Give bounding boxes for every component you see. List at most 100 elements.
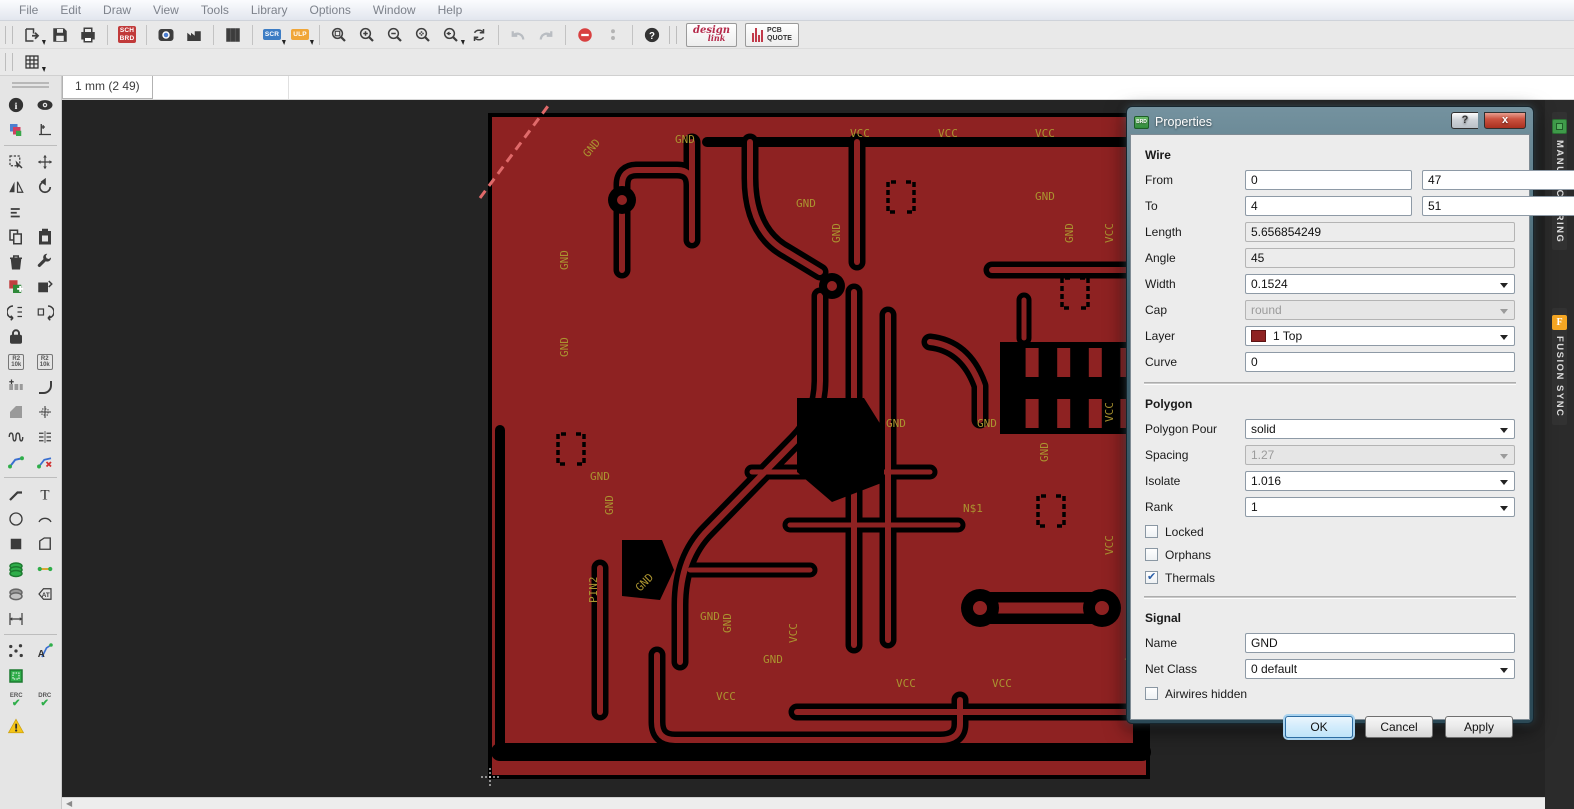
menu-file[interactable]: File [8,1,49,19]
toolbar-grip[interactable] [5,25,13,44]
locked-checkbox[interactable] [1145,525,1158,538]
dialog-close-button[interactable]: x [1484,111,1526,129]
open-board-icon[interactable] [18,23,46,47]
net-class-combo[interactable]: 0 default [1245,659,1515,679]
command-input[interactable] [156,76,289,99]
miter-icon[interactable] [32,375,58,398]
to-y-input[interactable] [1422,196,1574,216]
rotate-icon[interactable] [32,175,58,198]
value-icon[interactable]: R2 10k [32,350,58,373]
toolbar2-grip[interactable] [5,53,13,71]
mark-icon[interactable] [32,118,58,141]
design-link-button[interactable]: design link [686,22,738,47]
rank-combo[interactable]: 1 [1245,497,1515,517]
change-icon[interactable] [32,250,58,273]
split-icon[interactable] [32,425,58,448]
scroll-left-arrow[interactable]: ◀ [66,799,72,808]
ok-button[interactable]: OK [1285,716,1353,738]
help-icon[interactable]: ? [638,23,666,47]
fab-icon[interactable] [180,23,208,47]
lock-icon[interactable] [3,325,29,348]
from-y-input[interactable] [1422,170,1574,190]
route-icon[interactable] [3,450,29,473]
smash-icon[interactable]: R2 10k [3,350,29,373]
stop-icon[interactable] [571,23,599,47]
zoom-fit-icon[interactable] [325,23,353,47]
rect-icon[interactable] [3,532,29,555]
orphans-checkbox[interactable] [1145,548,1158,561]
delete-icon[interactable] [3,250,29,273]
save-icon[interactable] [46,23,74,47]
pinswap-icon[interactable] [3,300,29,323]
thermals-checkbox[interactable] [1145,570,1158,584]
signal-icon[interactable] [32,557,58,580]
dim-small-icon[interactable] [32,400,58,423]
horizontal-scrollbar[interactable]: ◀ [62,797,1545,809]
dialog-help-button[interactable]: ? [1451,111,1478,129]
pad-icon[interactable] [3,582,29,605]
wire-icon[interactable] [3,482,29,505]
menu-view[interactable]: View [142,1,190,19]
script-icon[interactable]: SCR [258,23,286,47]
polygon-icon[interactable] [32,532,58,555]
apply-button[interactable]: Apply [1445,716,1513,738]
copy-icon[interactable] [3,225,29,248]
miter2-icon[interactable] [3,400,29,423]
circle-icon[interactable] [3,507,29,530]
menu-draw[interactable]: Draw [92,1,142,19]
from-x-input[interactable] [1245,170,1412,190]
library-icon[interactable] [219,23,247,47]
name-icon[interactable] [3,200,29,223]
signal-name-input[interactable] [1245,633,1515,653]
palette-grip[interactable] [12,82,49,88]
menu-help[interactable]: Help [427,1,474,19]
autoroute-icon[interactable]: A [32,639,58,662]
paste-icon[interactable] [32,225,58,248]
polygon-pour-combo[interactable]: solid [1245,419,1515,439]
layer-combo[interactable]: 1 Top [1245,326,1515,346]
redo-icon[interactable] [532,23,560,47]
add-icon[interactable] [3,275,29,298]
attribute-icon[interactable]: AT [32,582,58,605]
tab-fusion-sync[interactable]: F FUSION SYNC [1552,308,1567,425]
image-export-icon[interactable] [152,23,180,47]
redraw-icon[interactable] [465,23,493,47]
ulp-icon[interactable]: ULP [286,23,314,47]
group-icon[interactable] [3,150,29,173]
ic-check-icon[interactable] [3,664,29,687]
ratsnest-icon[interactable] [3,639,29,662]
show-icon[interactable] [32,93,58,116]
menu-window[interactable]: Window [362,1,427,19]
width-combo[interactable]: 0.1524 [1245,274,1515,294]
to-x-input[interactable] [1245,196,1412,216]
ripup-icon[interactable] [32,450,58,473]
zoom-previous-icon[interactable] [437,23,465,47]
menu-tools[interactable]: Tools [190,1,240,19]
gateswap-icon[interactable] [32,300,58,323]
undo-icon[interactable] [504,23,532,47]
replace-icon[interactable] [32,275,58,298]
menu-library[interactable]: Library [240,1,299,19]
errors-icon[interactable] [3,714,29,737]
erc-icon[interactable]: ERC ✔ [3,689,29,712]
switch-sch-brd-icon[interactable]: SCH BRD [113,23,141,47]
mirror-icon[interactable] [3,175,29,198]
zoom-in-icon[interactable] [353,23,381,47]
cancel-button[interactable]: Cancel [1365,716,1433,738]
drc-icon[interactable]: DRC ✔ [32,689,58,712]
dialog-titlebar[interactable]: BRD Properties ? x [1130,110,1530,134]
menu-options[interactable]: Options [299,1,362,19]
display-layers-icon[interactable] [3,118,29,141]
print-icon[interactable] [74,23,102,47]
optimize-icon[interactable] [3,375,29,398]
isolate-combo[interactable]: 1.016 [1245,471,1515,491]
text-icon[interactable]: T [32,482,58,505]
zoom-select-icon[interactable] [409,23,437,47]
pcb-quote-button[interactable]: PCB QUOTE [745,22,799,47]
curve-input[interactable] [1245,352,1515,372]
dimension-icon[interactable] [3,607,29,630]
grid-icon[interactable] [18,50,46,74]
meander-icon[interactable] [3,425,29,448]
via-icon[interactable] [3,557,29,580]
arc-icon[interactable] [32,507,58,530]
